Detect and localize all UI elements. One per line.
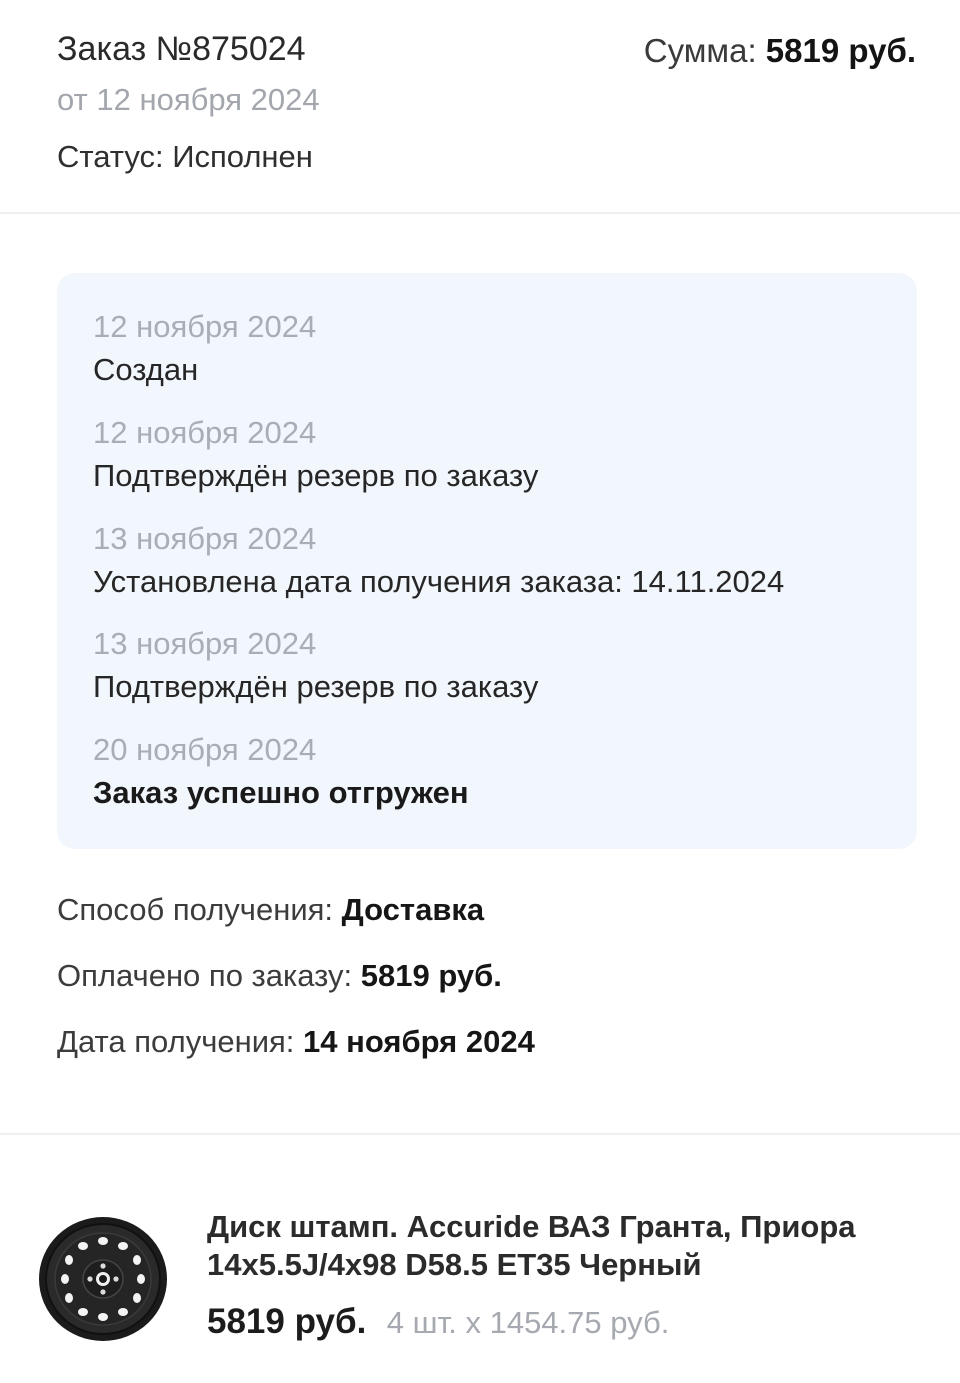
order-sum-value: 5819 руб.	[765, 32, 916, 69]
history-date: 20 ноября 2024	[93, 732, 317, 767]
delivery-method-value: Доставка	[341, 892, 485, 927]
delivery-method-label: Способ получения:	[57, 892, 334, 927]
history-date: 12 ноября 2024	[93, 309, 317, 344]
paid-amount-value: 5819 руб.	[360, 958, 502, 993]
product-quantity: 4 шт. x 1454.75 руб.	[386, 1305, 670, 1340]
paid-amount-label: Оплачено по заказу:	[57, 958, 353, 993]
order-sum: Сумма: 5819 руб.	[644, 32, 916, 70]
order-date: от 12 ноября 2024	[57, 82, 320, 117]
history-entry: 13 ноября 2024 Подтверждён резерв по зак…	[93, 626, 538, 706]
divider	[0, 1133, 960, 1135]
order-status: Статус: Исполнен	[57, 139, 313, 174]
order-sum-label: Сумма:	[643, 32, 757, 69]
order-history: 12 ноября 2024 Создан 12 ноября 2024 Под…	[57, 273, 917, 849]
paid-amount: Оплачено по заказу: 5819 руб.	[57, 958, 502, 994]
wheel-rim-icon[interactable]	[37, 1215, 169, 1343]
history-text: Подтверждён резерв по заказу	[93, 669, 539, 704]
product-name-line: 14x5.5J/4x98 D58.5 ET35 Черный	[207, 1247, 702, 1282]
history-entry: 12 ноября 2024 Создан	[93, 309, 316, 389]
history-date: 12 ноября 2024	[93, 415, 317, 450]
receive-date: Дата получения: 14 ноября 2024	[57, 1024, 535, 1060]
history-date: 13 ноября 2024	[93, 521, 317, 556]
history-text: Установлена дата получения заказа: 14.11…	[93, 564, 785, 599]
product-price-row: 5819 руб. 4 шт. x 1454.75 руб.	[207, 1302, 669, 1342]
history-entry: 13 ноября 2024 Установлена дата получени…	[93, 521, 784, 601]
product-price: 5819 руб.	[207, 1302, 367, 1341]
history-entry: 20 ноября 2024 Заказ успешно отгружен	[93, 732, 469, 812]
history-text: Подтверждён резерв по заказу	[93, 458, 539, 493]
product-name-line: Диск штамп. Accuride ВАЗ Гранта, Приора	[207, 1209, 856, 1244]
receive-date-label: Дата получения:	[57, 1024, 295, 1059]
history-date: 13 ноября 2024	[93, 626, 317, 661]
delivery-method: Способ получения: Доставка	[57, 892, 484, 928]
product-name[interactable]: Диск штамп. Accuride ВАЗ Гранта, Приора …	[207, 1208, 907, 1284]
history-text: Создан	[93, 352, 199, 387]
order-header: Заказ №875024 от 12 ноября 2024 Статус: …	[0, 0, 960, 214]
history-entry: 12 ноября 2024 Подтверждён резерв по зак…	[93, 415, 538, 495]
history-text: Заказ успешно отгружен	[93, 775, 469, 810]
receive-date-value: 14 ноября 2024	[303, 1024, 535, 1059]
order-title: Заказ №875024	[57, 30, 306, 68]
